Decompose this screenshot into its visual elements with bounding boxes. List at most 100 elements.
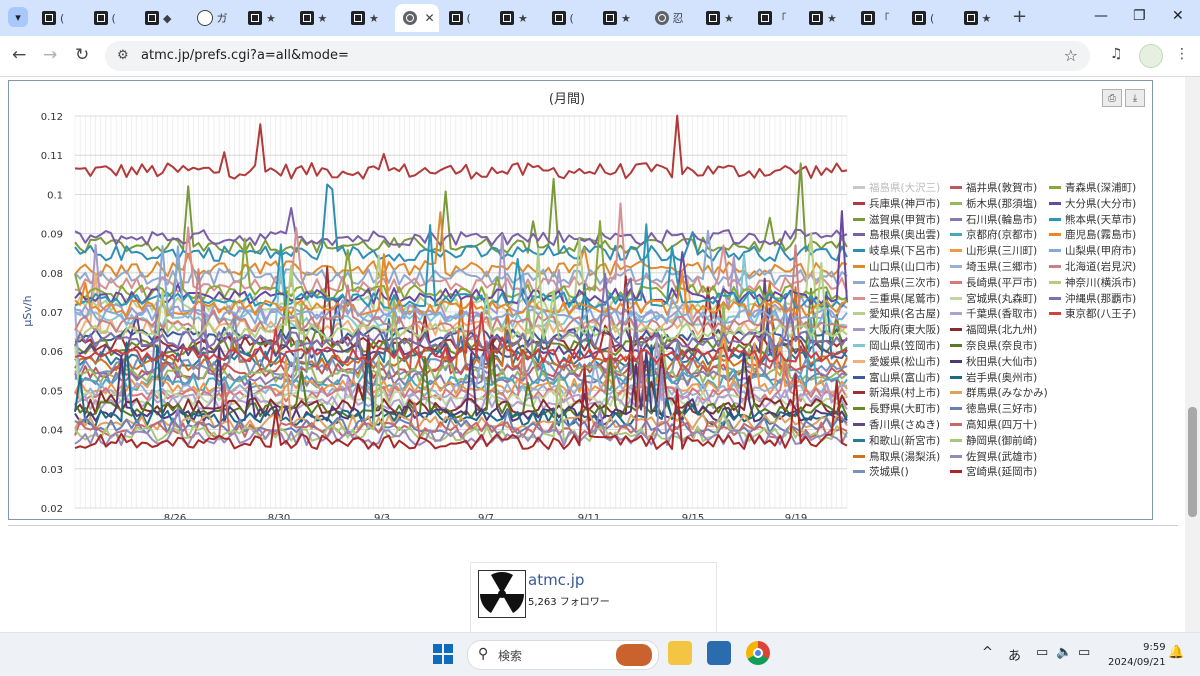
network-icon[interactable]: ▭: [1036, 645, 1048, 660]
page-name-link[interactable]: atmc.jp: [528, 571, 584, 589]
legend-item[interactable]: 奈良県(奈良市): [950, 338, 1037, 353]
browser-tab[interactable]: ★: [698, 4, 750, 32]
start-button[interactable]: [433, 644, 453, 664]
close-tab-icon[interactable]: ✕: [425, 11, 435, 25]
legend-item[interactable]: 大分県(大分市): [1049, 196, 1136, 211]
legend-item[interactable]: 兵庫県(神戸市): [853, 196, 940, 211]
legend-item[interactable]: 東京都(八王子): [1049, 306, 1136, 321]
legend-item[interactable]: 鹿児島(霧島市): [1049, 227, 1136, 242]
browser-tab[interactable]: 「: [853, 4, 905, 32]
legend-item[interactable]: 熊本県(天草市): [1049, 212, 1136, 227]
notepad-icon[interactable]: [707, 641, 731, 665]
site-info-icon[interactable]: ⚙: [117, 48, 129, 63]
reload-icon[interactable]: ↻: [75, 45, 89, 65]
browser-tab[interactable]: (: [544, 4, 596, 32]
browser-tab[interactable]: ★: [492, 4, 544, 32]
browser-tab[interactable]: ガ: [189, 4, 241, 32]
legend-item[interactable]: 愛知県(名古屋): [853, 306, 940, 321]
volume-icon[interactable]: 🔈: [1056, 645, 1072, 660]
legend-item[interactable]: 石川県(輪島市): [950, 212, 1037, 227]
menu-icon[interactable]: ⋮: [1175, 46, 1189, 62]
browser-tab[interactable]: (: [441, 4, 493, 32]
download-icon[interactable]: ⤓: [1125, 89, 1145, 107]
new-tab-button[interactable]: +: [1012, 6, 1027, 27]
media-control-icon[interactable]: ♫: [1110, 46, 1123, 62]
legend-item[interactable]: 長崎県(平戸市): [950, 275, 1037, 290]
legend-item[interactable]: 三重県(尾鷲市): [853, 291, 940, 306]
tab-search-button[interactable]: ▾: [8, 7, 28, 27]
legend-item[interactable]: 神奈川(横浜市): [1049, 275, 1136, 290]
profile-avatar[interactable]: [1139, 44, 1163, 68]
legend-item[interactable]: 栃木県(那須塩): [950, 196, 1037, 211]
minimize-icon[interactable]: —: [1094, 8, 1108, 24]
close-window-icon[interactable]: ✕: [1172, 8, 1184, 24]
legend-item[interactable]: 岐阜県(下呂市): [853, 243, 940, 258]
browser-tab[interactable]: (: [86, 4, 138, 32]
legend-item[interactable]: 大阪府(東大阪): [853, 322, 940, 337]
legend-item[interactable]: 富山県(富山市): [853, 370, 940, 385]
legend-item[interactable]: 徳島県(三好市): [950, 401, 1037, 416]
legend-item[interactable]: 静岡県(御前崎): [950, 433, 1037, 448]
browser-tab[interactable]: ★: [343, 4, 395, 32]
legend-item[interactable]: 宮城県(丸森町): [950, 291, 1037, 306]
legend-item[interactable]: 山梨県(甲府市): [1049, 243, 1136, 258]
legend-item[interactable]: 香川県(さぬき): [853, 417, 940, 432]
legend-item[interactable]: 千葉県(香取市): [950, 306, 1037, 321]
chrome-icon[interactable]: [746, 641, 770, 665]
legend-item[interactable]: 長野県(大町市): [853, 401, 940, 416]
legend-item[interactable]: 佐賀県(武雄市): [950, 449, 1037, 464]
legend-item[interactable]: 福島県(大沢三): [853, 180, 940, 195]
browser-tab[interactable]: 忍: [647, 4, 699, 32]
browser-tab[interactable]: 「: [750, 4, 802, 32]
browser-tab[interactable]: (: [34, 4, 86, 32]
ime-indicator[interactable]: あ: [1008, 645, 1021, 664]
legend-item[interactable]: 和歌山(新宮市): [853, 433, 940, 448]
legend-item[interactable]: 岩手県(奥州市): [950, 370, 1037, 385]
legend-item[interactable]: 岡山県(笠岡市): [853, 338, 940, 353]
chevron-up-icon[interactable]: ^: [982, 645, 993, 660]
notification-bell-icon[interactable]: 🔔: [1168, 645, 1184, 660]
legend-item[interactable]: 新潟県(村上市): [853, 385, 940, 400]
legend-item[interactable]: 群馬県(みなかみ): [950, 385, 1048, 400]
battery-icon[interactable]: ▭: [1078, 645, 1090, 660]
browser-tab[interactable]: ◆: [137, 4, 189, 32]
browser-tab[interactable]: ✕: [394, 4, 439, 32]
browser-tab[interactable]: ★: [956, 4, 1008, 32]
legend-item[interactable]: 愛媛県(松山市): [853, 354, 940, 369]
legend-item[interactable]: 滋賀県(甲賀市): [853, 212, 940, 227]
legend-item[interactable]: 秋田県(大仙市): [950, 354, 1037, 369]
page-scrollbar[interactable]: [1185, 77, 1200, 632]
address-bar[interactable]: ⚙ atmc.jp/prefs.cgi?a=all&mode= ☆: [105, 41, 1090, 71]
browser-tab[interactable]: ★: [595, 4, 647, 32]
legend-item[interactable]: 鳥取県(湯梨浜): [853, 449, 940, 464]
legend-item[interactable]: 茨城県(): [853, 464, 909, 479]
browser-tab[interactable]: (: [904, 4, 956, 32]
back-icon[interactable]: ←: [12, 45, 26, 65]
legend-swatch: [950, 265, 962, 268]
browser-tab[interactable]: ★: [292, 4, 344, 32]
legend-item[interactable]: 福井県(敦賀市): [950, 180, 1037, 195]
legend-item[interactable]: 福岡県(北九州): [950, 322, 1037, 337]
forward-icon[interactable]: →: [43, 45, 57, 65]
legend-item[interactable]: 山口県(山口市): [853, 259, 940, 274]
legend-item[interactable]: 広島県(三次市): [853, 275, 940, 290]
legend-item[interactable]: 埼玉県(三郷市): [950, 259, 1037, 274]
facebook-page-card[interactable]: atmc.jp 5,263 フォロワー: [470, 562, 717, 639]
legend-item[interactable]: 青森県(深浦町): [1049, 180, 1136, 195]
legend-item[interactable]: 島根県(奥出雲): [853, 227, 940, 242]
legend-item[interactable]: 北海道(岩見沢): [1049, 259, 1136, 274]
system-clock[interactable]: 9:59 2024/09/21: [1108, 640, 1166, 670]
legend-item[interactable]: 高知県(四万十): [950, 417, 1037, 432]
legend-item[interactable]: 京都府(京都市): [950, 227, 1037, 242]
browser-tab[interactable]: ★: [801, 4, 853, 32]
legend-item[interactable]: 沖縄県(那覇市): [1049, 291, 1136, 306]
bookmark-star-icon[interactable]: ☆: [1064, 46, 1078, 65]
restore-icon[interactable]: ❐: [1133, 8, 1146, 24]
file-explorer-icon[interactable]: [668, 641, 692, 665]
legend-item[interactable]: 宮崎県(延岡市): [950, 464, 1037, 479]
scrollbar-thumb[interactable]: [1188, 407, 1197, 517]
legend-item[interactable]: 山形県(三川町): [950, 243, 1037, 258]
browser-tab[interactable]: ★: [240, 4, 292, 32]
taskbar-search[interactable]: ⚲ 検索: [467, 640, 659, 670]
printer-icon[interactable]: ⎙: [1102, 89, 1122, 107]
